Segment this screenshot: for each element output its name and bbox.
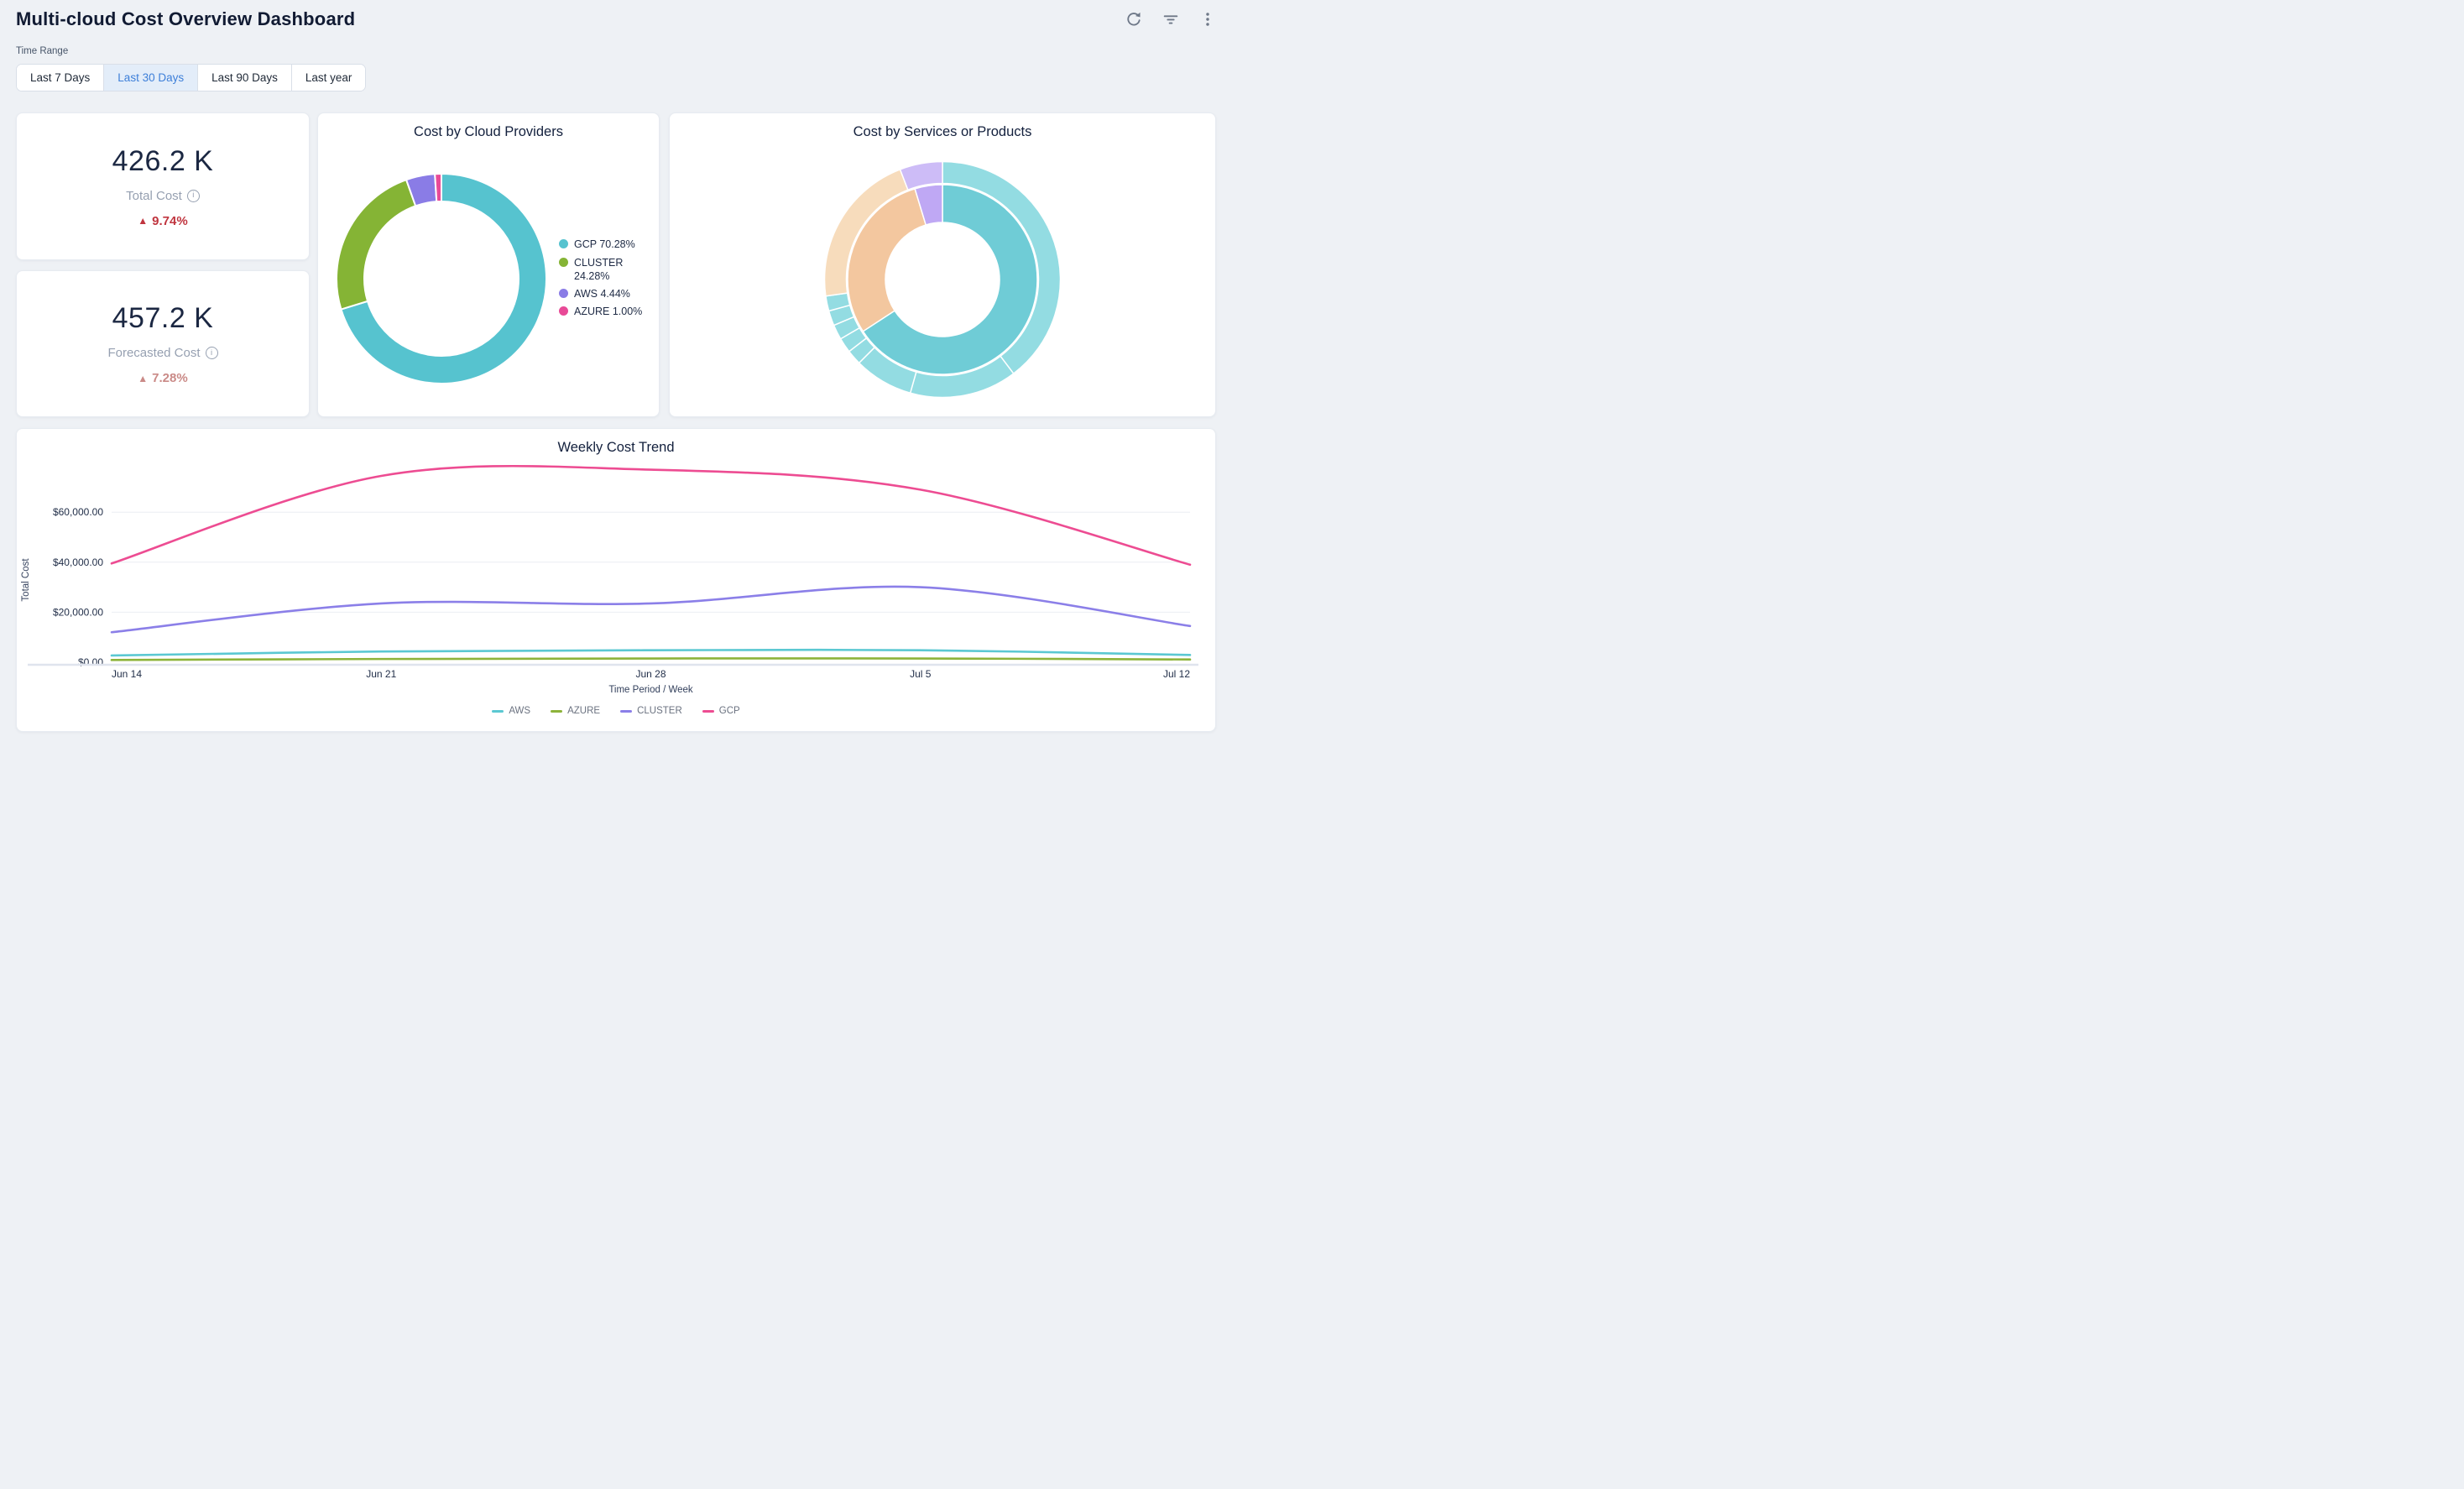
up-arrow-icon: ▲	[138, 373, 148, 384]
legend-text: GCP 70.28%	[574, 238, 635, 251]
cost-by-providers-card: Cost by Cloud Providers GCP 70.28% CLUSTE…	[317, 112, 660, 417]
legend-swatch	[702, 710, 714, 713]
time-range-option-last-30-days[interactable]: Last 30 Days	[104, 65, 198, 91]
legend-item-gcp[interactable]: GCP 70.28%	[559, 238, 646, 251]
legend-swatch	[620, 710, 632, 713]
total-cost-label-text: Total Cost	[126, 189, 182, 203]
services-sunburst-chart	[818, 155, 1067, 404]
y-tick-label: $40,000.00	[53, 556, 103, 568]
x-tick-label: Jun 28	[635, 668, 666, 680]
total-cost-delta-value: 9.74%	[152, 214, 188, 228]
services-chart-body	[670, 147, 1215, 411]
trend-line-aws	[112, 650, 1190, 656]
legend-text: GCP	[719, 706, 740, 716]
more-options-icon[interactable]	[1198, 10, 1217, 29]
forecasted-cost-delta-value: 7.28%	[152, 371, 188, 385]
total-cost-value: 426.2 K	[112, 145, 214, 178]
trend-legend-item-azure[interactable]: AZURE	[551, 706, 600, 716]
refresh-icon[interactable]	[1125, 10, 1143, 29]
forecasted-cost-value: 457.2 K	[112, 302, 214, 335]
page-title: Multi-cloud Cost Overview Dashboard	[16, 8, 355, 30]
donut-slice-azure[interactable]	[435, 174, 441, 201]
x-tick-label: Jul 12	[1163, 668, 1190, 680]
x-axis-title: Time Period / Week	[608, 685, 693, 695]
y-tick-label: $60,000.00	[53, 506, 103, 518]
x-tick-label: Jul 5	[910, 668, 932, 680]
legend-swatch	[492, 710, 504, 713]
legend-text: AWS	[509, 706, 530, 716]
total-cost-label: Total Cost i	[126, 189, 200, 203]
legend-item-aws[interactable]: AWS 4.44%	[559, 287, 646, 300]
legend-dot	[559, 258, 568, 267]
weekly-cost-trend-card: Weekly Cost Trend $0.00$20,000.00$40,000…	[16, 428, 1216, 732]
time-range-option-last-90-days[interactable]: Last 90 Days	[198, 65, 292, 91]
services-chart-title: Cost by Services or Products	[670, 124, 1215, 140]
providers-chart-body: GCP 70.28% CLUSTER 24.28% AWS 4.44% AZURE 1…	[328, 149, 652, 408]
y-tick-label: $20,000.00	[53, 606, 103, 618]
legend-dot	[559, 289, 568, 298]
y-tick-label: $0.00	[78, 656, 103, 668]
legend-text: CLUSTER	[637, 706, 682, 716]
header-actions	[1125, 10, 1217, 29]
forecasted-cost-label-text: Forecasted Cost	[107, 346, 200, 360]
providers-donut-chart	[334, 171, 549, 386]
donut-slice-cluster[interactable]	[337, 180, 415, 309]
info-icon[interactable]: i	[187, 190, 200, 202]
time-range-label: Time Range	[16, 46, 68, 56]
legend-text: AZURE	[567, 706, 600, 716]
legend-text: AWS 4.44%	[574, 287, 630, 300]
trend-line-gcp	[112, 466, 1190, 565]
legend-dot	[559, 239, 568, 248]
total-cost-delta: ▲ 9.74%	[138, 214, 187, 228]
x-tick-label: Jun 14	[112, 668, 142, 680]
providers-legend: GCP 70.28% CLUSTER 24.28% AWS 4.44% AZURE 1…	[559, 238, 646, 318]
time-range-option-last-year[interactable]: Last year	[292, 65, 366, 91]
forecasted-cost-delta: ▲ 7.28%	[138, 371, 187, 385]
trend-line-cluster	[112, 587, 1190, 632]
x-tick-label: Jun 21	[366, 668, 396, 680]
time-range-option-last-7-days[interactable]: Last 7 Days	[17, 65, 104, 91]
legend-item-azure[interactable]: AZURE 1.00%	[559, 305, 646, 318]
filter-icon[interactable]	[1162, 10, 1180, 29]
y-axis-title: Total Cost	[21, 558, 31, 602]
legend-item-cluster[interactable]: CLUSTER 24.28%	[559, 256, 646, 284]
trend-legend: AWS AZURE CLUSTER GCP	[17, 706, 1215, 716]
legend-dot	[559, 306, 568, 316]
legend-text: AZURE 1.00%	[574, 305, 642, 318]
time-range-selector: Last 7 DaysLast 30 DaysLast 90 DaysLast …	[16, 64, 366, 91]
weekly-trend-line-chart: $0.00 $20,000.00 $40,000.00 $60,000.00 Jun 1…	[17, 454, 1217, 706]
trend-legend-item-gcp[interactable]: GCP	[702, 706, 740, 716]
trend-legend-item-aws[interactable]: AWS	[492, 706, 530, 716]
info-icon[interactable]: i	[206, 347, 218, 359]
legend-swatch	[551, 710, 562, 713]
forecasted-cost-card: 457.2 K Forecasted Cost i ▲ 7.28%	[16, 270, 310, 417]
total-cost-card: 426.2 K Total Cost i ▲ 9.74%	[16, 112, 310, 260]
providers-chart-title: Cost by Cloud Providers	[318, 124, 659, 140]
dashboard-page: Multi-cloud Cost Overview Dashboard Time…	[0, 0, 1232, 744]
legend-text: CLUSTER 24.28%	[574, 256, 646, 284]
trend-line-azure	[112, 658, 1190, 660]
forecasted-cost-label: Forecasted Cost i	[107, 346, 217, 360]
up-arrow-icon: ▲	[138, 215, 148, 227]
trend-legend-item-cluster[interactable]: CLUSTER	[620, 706, 682, 716]
cost-by-services-card: Cost by Services or Products	[669, 112, 1216, 417]
